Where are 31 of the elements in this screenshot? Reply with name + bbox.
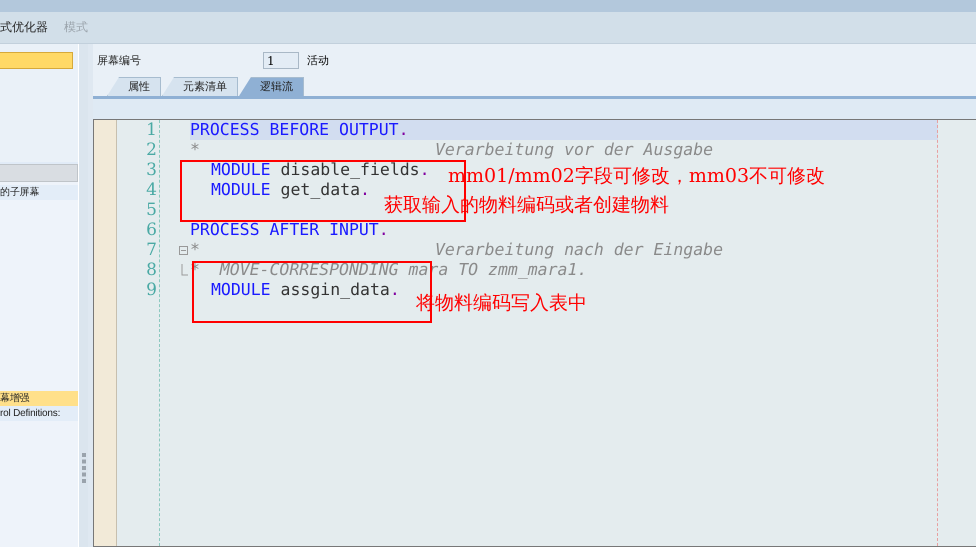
- line-number: 7: [145, 240, 158, 260]
- comment-text: Verarbeitung nach der Eingabe: [434, 240, 724, 259]
- screen-number-label: 屏幕编号: [97, 53, 142, 68]
- tree-item[interactable]: rol Definitions:: [0, 406, 78, 421]
- code-line: *: [190, 240, 200, 259]
- code-line: MODULE assgin_data.: [211, 280, 400, 299]
- code-line: PROCESS BEFORE OUTPUT.: [190, 120, 409, 139]
- tab[interactable]: 元素清单: [162, 77, 238, 96]
- comment-text: Verarbeitung vor der Ausgabe: [434, 140, 714, 159]
- line-number: 9: [145, 280, 158, 300]
- line-number: 2: [145, 140, 158, 160]
- tree-item[interactable]: 幕增强: [0, 391, 78, 406]
- status-text: 活动: [307, 53, 329, 68]
- code-line: *: [190, 140, 200, 159]
- menu-item[interactable]: 式优化器: [0, 19, 48, 36]
- tab[interactable]: 逻辑流: [239, 77, 304, 96]
- tree-item[interactable]: 的子屏幕: [0, 185, 78, 200]
- line-number: 8: [145, 260, 158, 280]
- code-line: MODULE get_data.: [211, 180, 370, 199]
- code-line: PROCESS AFTER INPUT.: [190, 220, 389, 239]
- line-number: 5: [145, 200, 158, 220]
- line-number: 4: [145, 180, 158, 200]
- grip-icon[interactable]: [82, 453, 86, 485]
- line-number: 6: [145, 220, 158, 240]
- line-number: 3: [145, 160, 158, 180]
- tab[interactable]: 属性: [107, 77, 161, 96]
- code-line: MODULE disable_fields.: [211, 160, 430, 179]
- collapse-icon[interactable]: [179, 246, 188, 254]
- line-number: 1: [145, 120, 158, 140]
- screen-number-field[interactable]: 1: [263, 52, 299, 69]
- tree-search-field[interactable]: [0, 52, 73, 69]
